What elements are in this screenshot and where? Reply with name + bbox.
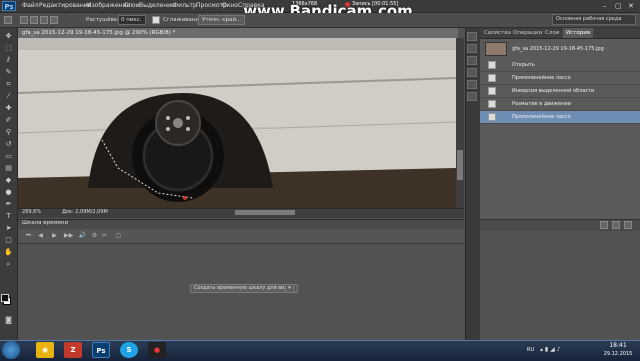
car-photo: [18, 38, 456, 208]
minimize-button[interactable]: –: [603, 0, 607, 12]
maximize-button[interactable]: ▢: [615, 0, 622, 12]
history-item[interactable]: [480, 59, 640, 72]
refine-edge-button[interactable]: Уточн. край...: [198, 15, 246, 25]
history-item-label: Открыть: [512, 62, 535, 68]
create-video-timeline-button[interactable]: Создать временную шкалу для видео: [190, 284, 298, 293]
vertical-scrollbar[interactable]: [456, 38, 464, 208]
lasso-tool-icon[interactable]: ℓ: [3, 56, 14, 65]
go-to-first-frame-icon[interactable]: ⏮: [24, 232, 33, 240]
close-button[interactable]: ✕: [628, 0, 634, 12]
filezilla-icon[interactable]: Z: [64, 342, 82, 358]
history-panel-icon[interactable]: [467, 32, 477, 41]
hand-tool-icon[interactable]: ✋: [3, 248, 14, 257]
menu-edit[interactable]: Редактирование: [39, 0, 91, 12]
move-tool-icon[interactable]: ✥: [3, 32, 14, 41]
dodge-tool-icon[interactable]: ●: [3, 188, 14, 197]
menu-layers[interactable]: Слои: [124, 0, 140, 12]
brush-tool-icon[interactable]: ✐: [3, 116, 14, 125]
eraser-tool-icon[interactable]: ▭: [3, 152, 14, 161]
zoom-level[interactable]: 289,6%: [22, 208, 41, 217]
history-item-label: Прямолинейное лассо: [512, 114, 571, 120]
language-indicator[interactable]: RU: [527, 344, 534, 356]
type-tool-icon[interactable]: T: [3, 212, 14, 221]
add-selection-icon[interactable]: [30, 16, 38, 24]
antialias-checkbox[interactable]: [152, 16, 160, 24]
menu-filter[interactable]: Фильтр: [173, 0, 197, 12]
document-tab-title: gfa_sa 2015-12-29 19-18-45-175.jpg @ 290…: [22, 30, 176, 36]
history-item-label: Прямолинейное лассо: [512, 75, 571, 81]
image-canvas[interactable]: [18, 38, 456, 208]
tab-actions[interactable]: Операции: [513, 28, 542, 38]
eyedropper-tool-icon[interactable]: ⁄: [3, 92, 14, 101]
antialias-label: Сглаживание: [163, 17, 203, 23]
start-button[interactable]: [2, 341, 20, 359]
pen-tool-icon[interactable]: ✒: [3, 200, 14, 209]
lasso-icon: [488, 113, 496, 121]
trash-icon[interactable]: [624, 221, 632, 229]
previous-frame-icon[interactable]: ◀: [36, 232, 45, 240]
gradient-tool-icon[interactable]: ▤: [3, 164, 14, 173]
feather-input[interactable]: 0 пикс.: [118, 15, 146, 25]
shape-tool-icon[interactable]: ▢: [3, 236, 14, 245]
new-document-icon[interactable]: [612, 221, 620, 229]
blur-tool-icon[interactable]: ◆: [3, 176, 14, 185]
feather-label: Растушёвка:: [86, 17, 123, 23]
document-icon: [488, 61, 496, 69]
filter-icon: [488, 100, 496, 108]
history-snapshot[interactable]: gfa_sa 2015-12-29 19-18-45-175.jpg: [512, 42, 604, 56]
clock-date[interactable]: 29.12.2015: [598, 350, 638, 359]
adjustments-panel-icon[interactable]: [467, 92, 477, 101]
tray-icons[interactable]: ▴ ▮ ◢ ♪: [540, 344, 560, 356]
split-icon[interactable]: ✂: [100, 232, 109, 240]
new-selection-icon[interactable]: [20, 16, 28, 24]
chevron-down-icon[interactable]: ▾: [285, 284, 294, 293]
horizontal-scroll-thumb[interactable]: [235, 210, 295, 215]
brush-panel-icon[interactable]: [467, 68, 477, 77]
quick-mask-icon[interactable]: ◙: [3, 316, 14, 325]
next-frame-icon[interactable]: ▶▶: [64, 232, 73, 240]
tab-properties[interactable]: Свойства: [484, 28, 511, 38]
subtract-selection-icon[interactable]: [40, 16, 48, 24]
lasso-tool-preset-icon[interactable]: [4, 16, 12, 24]
history-brush-tool-icon[interactable]: ↺: [3, 140, 14, 149]
menu-window[interactable]: Окно: [222, 0, 238, 12]
timeline-title[interactable]: Шкала времени: [22, 219, 68, 228]
bandicam-icon[interactable]: ●: [148, 342, 166, 358]
new-snapshot-icon[interactable]: [600, 221, 608, 229]
clone-stamp-tool-icon[interactable]: ⚲: [3, 128, 14, 137]
marquee-tool-icon[interactable]: ⬚: [3, 44, 14, 53]
settings-icon[interactable]: ⚙: [90, 232, 99, 240]
empty-panel-area: [480, 231, 640, 340]
healing-tool-icon[interactable]: ✚: [3, 104, 14, 113]
workspace-select[interactable]: Основная рабочая среда: [552, 14, 636, 25]
foreground-color-swatch[interactable]: [1, 294, 9, 302]
document-size: Док: 2,09M/2,09M: [62, 209, 108, 215]
history-item-label: Размытие в движении: [512, 101, 571, 107]
properties-panel-icon[interactable]: [467, 44, 477, 53]
skype-icon[interactable]: S: [120, 342, 138, 358]
path-select-tool-icon[interactable]: ➤: [3, 224, 14, 233]
transition-icon[interactable]: ▢: [114, 232, 123, 240]
intersect-selection-icon[interactable]: [50, 16, 58, 24]
audio-icon[interactable]: 🔊: [78, 232, 87, 240]
photoshop-taskbar-icon[interactable]: Ps: [92, 342, 110, 358]
vertical-scroll-thumb[interactable]: [457, 150, 463, 180]
play-icon[interactable]: ▶: [50, 232, 59, 240]
lasso-icon: [488, 74, 496, 82]
swatches-panel-icon[interactable]: [467, 80, 477, 89]
menu-select[interactable]: Выделение: [139, 0, 175, 12]
inverse-selection-icon: [488, 87, 496, 95]
chrome-icon[interactable]: ◉: [36, 342, 54, 358]
photoshop-logo: Ps: [2, 1, 16, 11]
clock-time[interactable]: 18:41: [598, 341, 638, 350]
tab-history[interactable]: История: [563, 28, 594, 38]
menu-file[interactable]: Файл: [22, 0, 39, 12]
actions-panel-icon[interactable]: [467, 56, 477, 65]
quick-select-tool-icon[interactable]: ✎: [3, 68, 14, 77]
snapshot-thumbnail[interactable]: [485, 42, 507, 56]
zoom-tool-icon[interactable]: ⌕: [3, 260, 14, 269]
tab-layers[interactable]: Слои: [545, 28, 559, 38]
crop-tool-icon[interactable]: ⌗: [3, 80, 14, 89]
history-item-label: Инверсия выделенной области: [512, 88, 595, 94]
